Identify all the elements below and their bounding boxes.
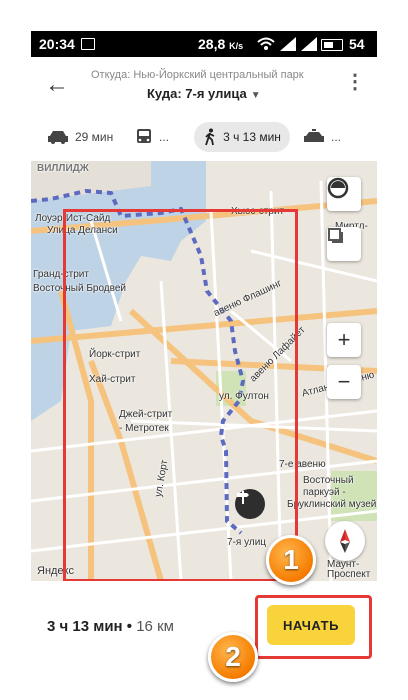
taxi-icon <box>304 129 324 142</box>
mode-car[interactable]: 29 мин <box>47 122 113 152</box>
route-duration: 3 ч 13 мин <box>47 618 123 635</box>
status-time: 20:34 <box>39 36 75 52</box>
map-label: паркуэй - <box>303 487 346 498</box>
map-label: Восточный <box>303 475 354 486</box>
wifi-icon <box>257 37 275 50</box>
route-summary: 3 ч 13 мин • 16 км <box>47 618 174 635</box>
network-speed: 28,8 K/s <box>198 36 244 52</box>
arrow-left-icon[interactable]: ← <box>45 71 69 99</box>
battery-icon <box>321 39 343 51</box>
step-marker-1: 1 <box>266 535 316 585</box>
map-label: ВИЛЛИДЖ <box>37 163 89 174</box>
battery-level: 54 <box>349 36 365 52</box>
kebab-icon[interactable]: ⋮ <box>345 69 365 94</box>
mode-taxi[interactable]: ... <box>303 122 341 152</box>
route-header: ← Откуда: Нью-Йоркский центральный парк … <box>31 57 377 117</box>
route-summary-panel: 3 ч 13 мин • 16 км НАЧАТЬ <box>31 581 377 667</box>
map-type-button[interactable] <box>327 227 361 261</box>
step-marker-2: 2 <box>208 632 258 682</box>
phone-screen: 20:34 28,8 K/s 54 ← Откуда: Нью-Йоркский… <box>31 31 377 667</box>
image-notification-icon <box>81 38 95 50</box>
map-label: Проспект <box>327 569 371 580</box>
map-highlight-frame <box>63 209 298 581</box>
transport-modes: 29 мин ... 3 ч 13 мин ... <box>31 117 377 162</box>
zoom-in-button[interactable]: + <box>327 323 361 357</box>
route-to[interactable]: Куда: 7-я улица ▼ <box>147 86 261 101</box>
bus-icon <box>137 129 151 143</box>
map-view[interactable]: ВИЛЛИДЖ Лоуэр-Ист-Сайд Улица Деланси Гра… <box>31 161 377 581</box>
layers-icon <box>327 177 349 199</box>
mode-walk-label: 3 ч 13 мин <box>223 130 281 144</box>
status-bar: 20:34 28,8 K/s 54 <box>31 31 377 57</box>
car-icon <box>48 131 68 144</box>
compass-button[interactable] <box>325 521 365 561</box>
mode-taxi-label: ... <box>331 130 342 144</box>
start-button[interactable]: НАЧАТЬ <box>267 605 355 645</box>
route-distance: 16 км <box>136 618 174 635</box>
route-from[interactable]: Откуда: Нью-Йоркский центральный парк <box>91 69 304 81</box>
chevron-down-icon: ▼ <box>250 90 261 101</box>
signal-icon <box>280 37 296 51</box>
compass-icon <box>340 529 350 553</box>
copy-layers-icon <box>328 228 343 243</box>
mode-bus-label: ... <box>159 130 170 144</box>
mode-bus[interactable]: ... <box>135 122 169 152</box>
mode-walk[interactable]: 3 ч 13 мин <box>194 122 290 152</box>
zoom-out-button[interactable]: − <box>327 365 361 399</box>
map-label: Бруклинский музей <box>287 499 377 510</box>
walk-icon <box>205 128 215 146</box>
layers-button[interactable] <box>327 177 361 211</box>
signal-icon <box>301 37 317 51</box>
mode-car-label: 29 мин <box>75 130 114 144</box>
